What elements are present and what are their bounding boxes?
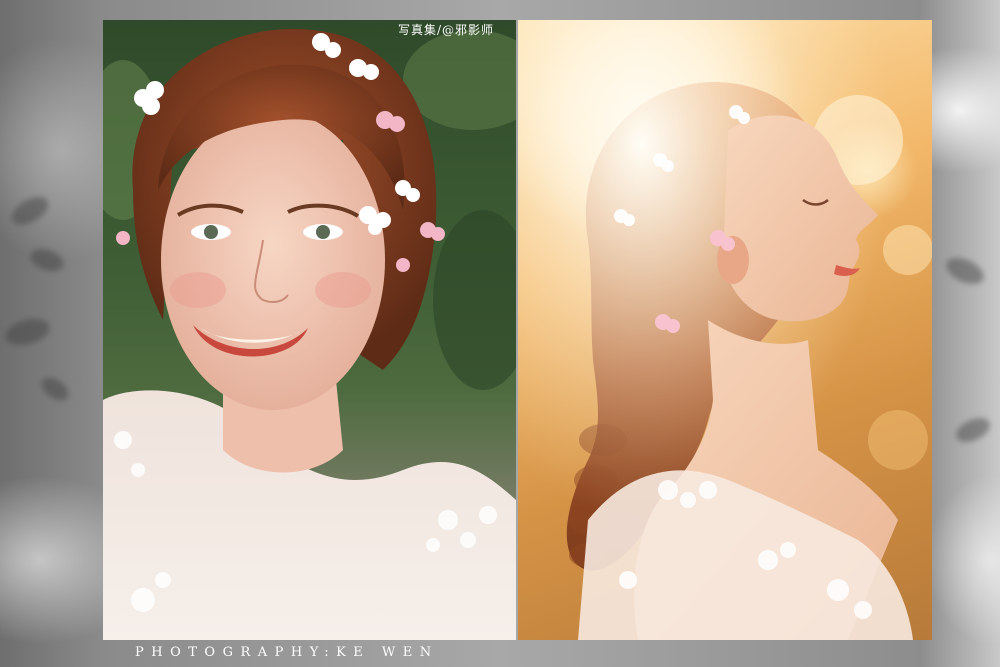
caption-bottom: PHOTOGRAPHY:KE WEN: [135, 645, 439, 660]
profile-photo-right: [518, 20, 932, 640]
caption-top: 写真集/@邪影师: [398, 23, 495, 37]
portrait-photo-left: [103, 20, 516, 640]
profile-illustration-right: [518, 20, 932, 640]
portrait-illustration-left: [103, 28, 516, 640]
